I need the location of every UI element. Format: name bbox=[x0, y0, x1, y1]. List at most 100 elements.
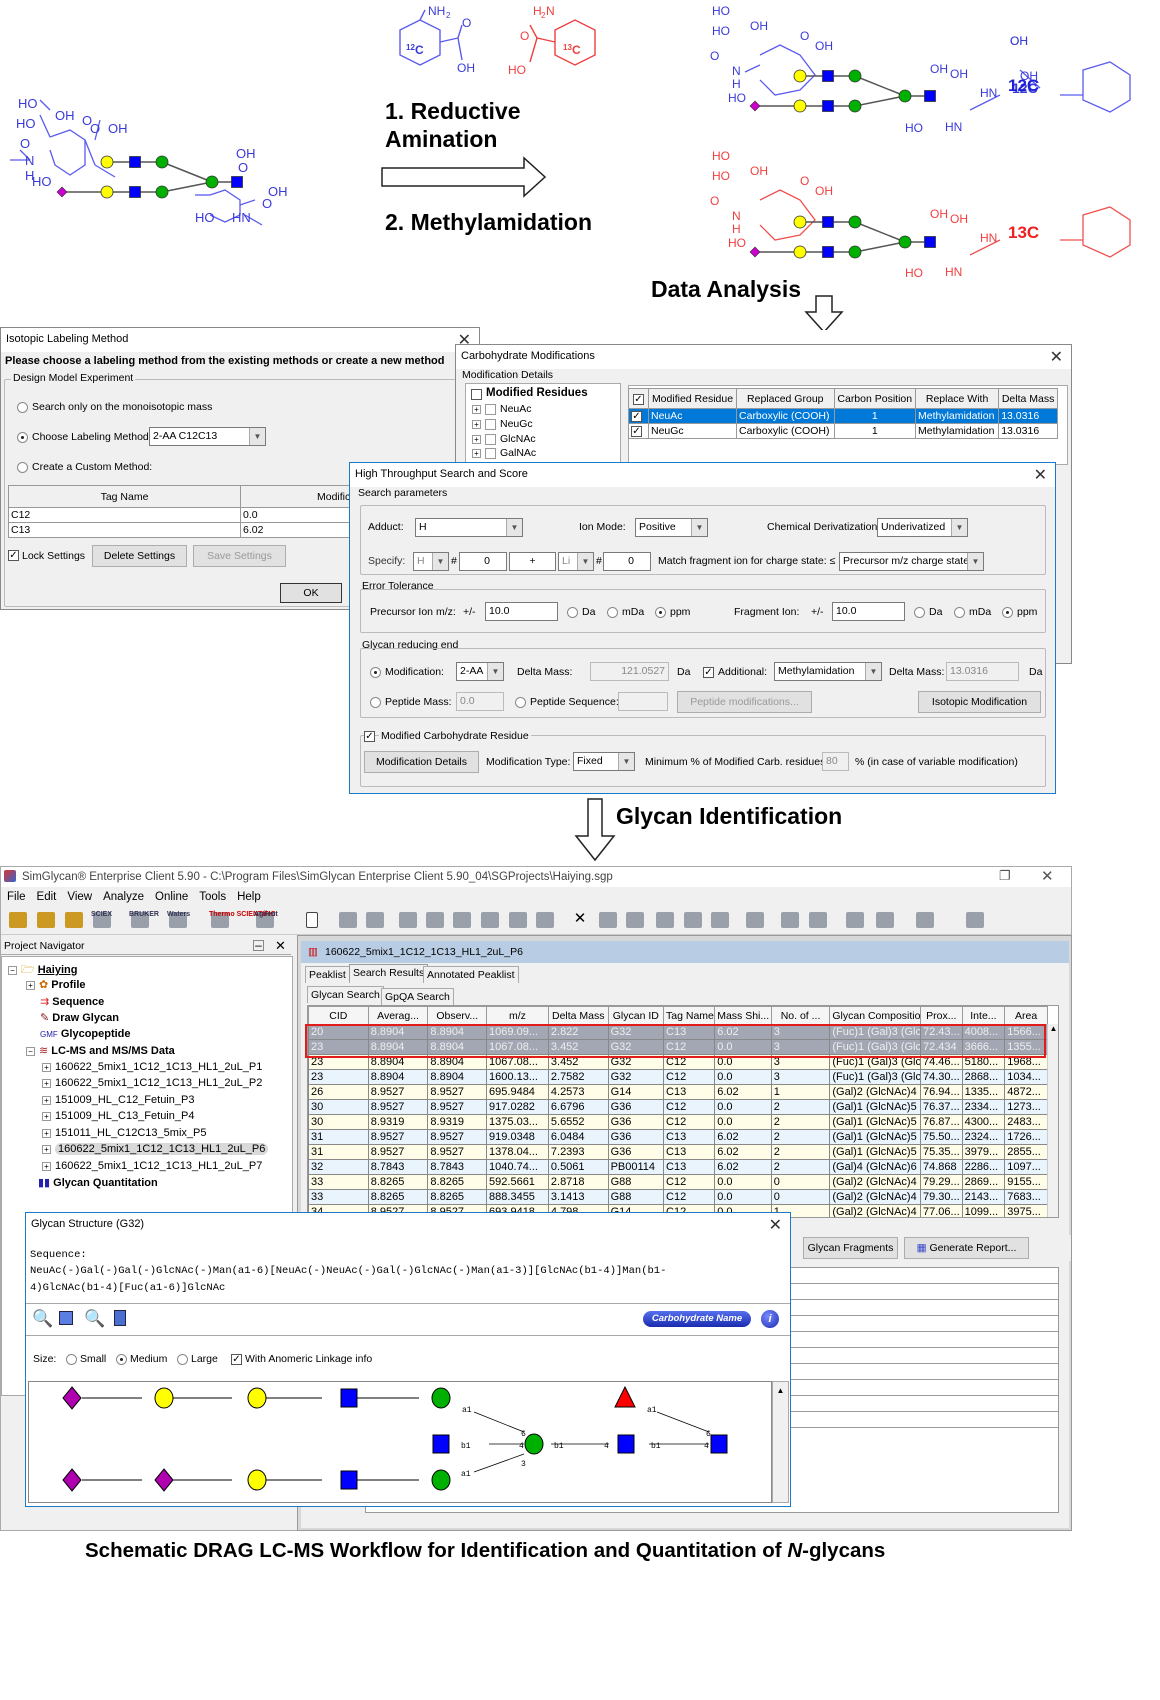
size-small-radio[interactable] bbox=[66, 1354, 77, 1365]
col-header[interactable]: Mass Shi... bbox=[714, 1006, 772, 1025]
draw-icon[interactable] bbox=[366, 912, 384, 928]
gp-icon[interactable] bbox=[626, 912, 644, 928]
modification-radio[interactable] bbox=[370, 667, 381, 678]
tree-dataset[interactable]: +160622_5mix1_1C12_1C13_HL1_2uL_P1 bbox=[42, 1061, 262, 1073]
tree-item-quantitation[interactable]: ▮▮ Glycan Quantitation bbox=[38, 1176, 158, 1189]
modified-carb-residue-checkbox[interactable]: ✓ bbox=[364, 731, 375, 742]
peptide-sequence-field[interactable] bbox=[618, 692, 668, 711]
specify-ion-select[interactable]: H ▼ bbox=[413, 552, 449, 571]
isotopic-modification-button[interactable]: Isotopic Modification bbox=[918, 691, 1041, 713]
chart5-icon[interactable] bbox=[711, 912, 729, 928]
additional-select[interactable]: Methylamidation ▼ bbox=[774, 662, 882, 681]
labeling-method-radio[interactable] bbox=[17, 432, 28, 443]
modification-type-select[interactable]: Fixed ▼ bbox=[573, 752, 635, 771]
tree-item[interactable]: + GlcNAc bbox=[472, 433, 536, 445]
menu-view[interactable]: View bbox=[67, 891, 92, 903]
labeling-method-select[interactable]: 2-AA C12C13 ▼ bbox=[149, 427, 266, 446]
chart2-icon[interactable] bbox=[481, 912, 499, 928]
tree-dataset-selected[interactable]: +160622_5mix1_1C12_1C13_HL1_2uL_P6 bbox=[42, 1143, 269, 1155]
custom-method-radio[interactable] bbox=[17, 462, 28, 473]
specify-ion-2-select[interactable]: Li ▼ bbox=[558, 552, 594, 571]
close-pane-icon[interactable]: ✕ bbox=[275, 938, 286, 954]
zoom-in-icon[interactable]: 🔍 bbox=[32, 1309, 53, 1329]
fragment-da-radio[interactable] bbox=[914, 607, 925, 618]
close-icon[interactable]: ✕ bbox=[1050, 347, 1063, 367]
chart4-icon[interactable] bbox=[684, 912, 702, 928]
col-header[interactable]: CID bbox=[308, 1006, 369, 1025]
col-header[interactable]: Inte... bbox=[961, 1006, 1006, 1025]
col-header[interactable]: Prox... bbox=[920, 1006, 963, 1025]
tab-glycan-search[interactable]: Glycan Search bbox=[307, 986, 384, 1003]
charge-state-select[interactable]: Precursor m/z charge state ▼ bbox=[839, 552, 984, 571]
adduct-select[interactable]: H ▼ bbox=[415, 518, 523, 537]
precursor-tolerance-input[interactable]: 10.0 bbox=[485, 602, 558, 621]
result-row[interactable]: 30 8.9527 8.9527 917.0282 6.6796 G36 C12 0.0 2 (G… bbox=[308, 1099, 1048, 1115]
tree-item[interactable]: + NeuGc bbox=[472, 418, 533, 430]
tree-dataset[interactable]: +160622_5mix1_1C12_1C13_HL1_2uL_P7 bbox=[42, 1160, 262, 1172]
menu-tools[interactable]: Tools bbox=[199, 891, 226, 903]
menu-online[interactable]: Online bbox=[155, 891, 188, 903]
vertical-scrollbar[interactable]: ▲ bbox=[772, 1381, 789, 1503]
fragment-ppm-radio[interactable] bbox=[1002, 607, 1013, 618]
col-header[interactable]: Glycan ID bbox=[607, 1006, 665, 1025]
modification-details-button[interactable]: Modification Details bbox=[364, 751, 479, 773]
tree-item[interactable]: + NeuAc bbox=[472, 403, 532, 415]
add-data-icon[interactable] bbox=[65, 912, 83, 928]
menu-edit[interactable]: Edit bbox=[37, 891, 57, 903]
g-icon[interactable] bbox=[599, 912, 617, 928]
monoisotopic-radio[interactable] bbox=[17, 402, 28, 413]
derivatization-select[interactable]: Underivatized ▼ bbox=[877, 518, 968, 537]
result-row[interactable]: 31 8.9527 8.9527 1378.04... 7.2393 G36 C13 6.02… bbox=[308, 1144, 1048, 1160]
htp2-icon[interactable] bbox=[809, 912, 827, 928]
col-header[interactable]: m/z bbox=[486, 1006, 549, 1025]
col-header[interactable]: Glycan Composition bbox=[829, 1006, 921, 1025]
close-icon[interactable]: ✕ bbox=[769, 1215, 782, 1235]
delete-settings-button[interactable]: Delete Settings bbox=[92, 545, 187, 567]
htp-icon[interactable] bbox=[781, 912, 799, 928]
result-row[interactable]: 26 8.9527 8.9527 695.9484 4.2573 G14 C13 6.02 1(… bbox=[308, 1084, 1048, 1100]
menu-analyze[interactable]: Analyze bbox=[103, 891, 144, 903]
vertical-scrollbar[interactable]: ▲ bbox=[1047, 1024, 1058, 1217]
peptide-sequence-radio[interactable] bbox=[515, 697, 526, 708]
col-header[interactable]: Observ... bbox=[427, 1006, 488, 1025]
menu-help[interactable]: Help bbox=[237, 891, 261, 903]
generate-report-button[interactable]: ▦ Generate Report... bbox=[904, 1237, 1029, 1259]
swap-icon[interactable] bbox=[399, 912, 417, 928]
table-row-selected[interactable]: ✓ NeuAc Carboxylic (COOH) 1 Methylamidation 1… bbox=[628, 408, 1058, 424]
size-large-radio[interactable] bbox=[177, 1354, 188, 1365]
ion-mode-select[interactable]: Positive ▼ bbox=[635, 518, 708, 537]
tree-root[interactable]: Haiying bbox=[38, 964, 78, 976]
minimum-percent-field[interactable]: 80 bbox=[822, 752, 849, 771]
col-header[interactable]: Area bbox=[1004, 1006, 1048, 1025]
tree-item-draw-glycan[interactable]: ✎ Draw Glycan bbox=[40, 1011, 119, 1024]
tree-dataset[interactable]: +151009_HL_C12_Fetuin_P3 bbox=[42, 1094, 194, 1106]
result-row[interactable]: 33 8.8265 8.8265 592.5661 2.8718 G88 C12 0.0 0 (G… bbox=[308, 1174, 1048, 1190]
open-icon[interactable] bbox=[9, 912, 27, 928]
fit-icon[interactable] bbox=[59, 1311, 73, 1325]
ok-button[interactable]: OK bbox=[280, 583, 342, 603]
modified-residues-checkbox[interactable] bbox=[471, 389, 482, 400]
menu-file[interactable]: File bbox=[7, 891, 26, 903]
carbohydrate-name-button[interactable]: Carbohydrate Name bbox=[643, 1311, 751, 1327]
tab-peaklist[interactable]: Peaklist bbox=[305, 966, 350, 983]
col-header[interactable]: No. of ... bbox=[770, 1006, 831, 1025]
peptide-modifications-button[interactable]: Peptide modifications... bbox=[677, 691, 812, 713]
fragment-tolerance-input[interactable]: 10.0 bbox=[832, 602, 905, 621]
open-project-icon[interactable] bbox=[37, 912, 55, 928]
tree-dataset[interactable]: +160622_5mix1_1C12_1C13_HL1_2uL_P2 bbox=[42, 1077, 262, 1089]
modification-select[interactable]: 2-AA ▼ bbox=[456, 662, 504, 681]
specify-count-2[interactable]: 0 bbox=[603, 552, 651, 571]
glycan-fragments-button[interactable]: Glycan Fragments bbox=[803, 1237, 898, 1259]
precursor-mda-radio[interactable] bbox=[607, 607, 618, 618]
peptide-mass-field[interactable]: 0.0 bbox=[456, 692, 504, 711]
tab-search-results[interactable]: Search Results bbox=[349, 964, 429, 981]
htp-gpqa-icon[interactable] bbox=[916, 912, 934, 928]
result-row[interactable]: 23 8.8904 8.8904 1600.13... 2.7582 G32 C12 0.0 3… bbox=[308, 1069, 1048, 1085]
col-header[interactable]: Tag Name bbox=[663, 1006, 716, 1025]
info-button[interactable]: i bbox=[761, 1310, 779, 1328]
minimize-pane-icon[interactable]: – bbox=[253, 939, 264, 951]
tree-item-sequence[interactable]: ⇉ Sequence bbox=[40, 995, 104, 1008]
table-row[interactable]: ✓ NeuGc Carboxylic (COOH) 1 Methylamidation 1… bbox=[628, 423, 1058, 439]
restore-icon[interactable]: ❐ bbox=[999, 868, 1011, 884]
gpqa2-icon[interactable] bbox=[876, 912, 894, 928]
